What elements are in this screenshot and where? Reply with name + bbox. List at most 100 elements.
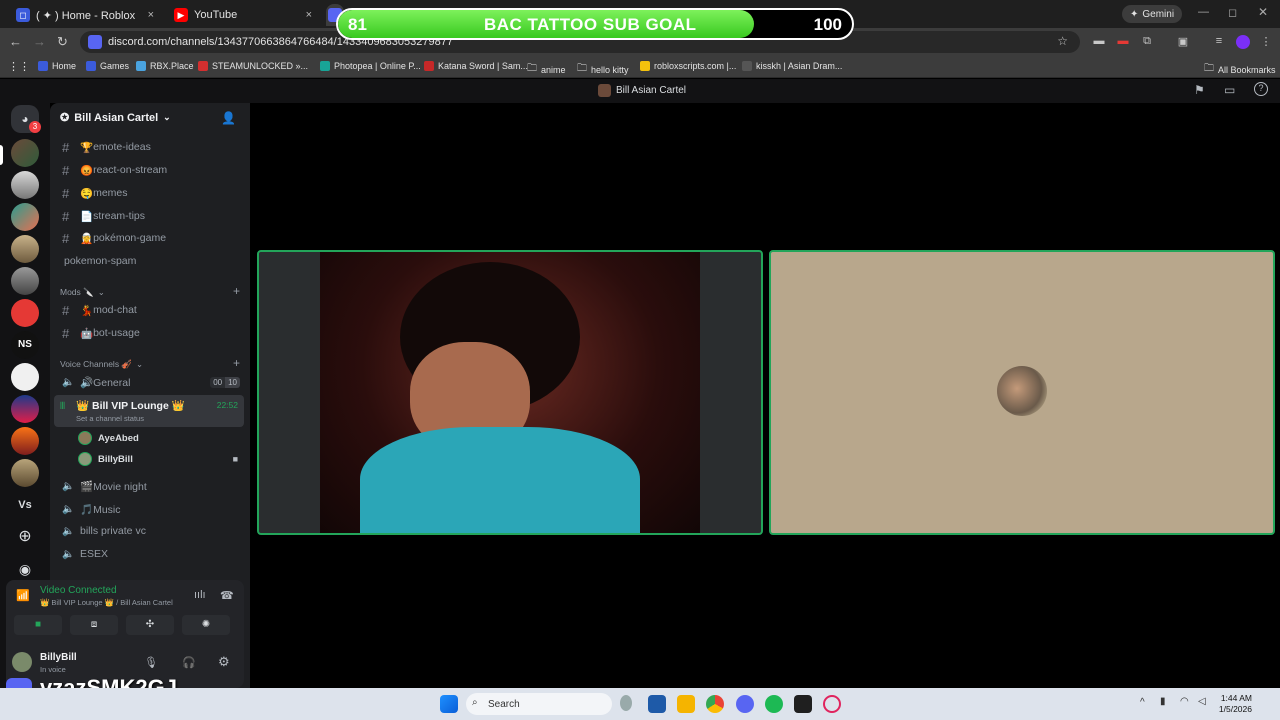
star-icon[interactable]: ☆ [1057,34,1068,48]
close-icon[interactable]: × [148,9,154,21]
flag-icon[interactable]: ⚑ [1194,83,1205,97]
server-bill-asian-cartel[interactable] [11,139,39,167]
opera-icon[interactable] [823,695,841,713]
channel-stream-tips[interactable]: # 📄 stream-tips [56,206,244,226]
tab-youtube[interactable]: ▶ YouTube × [166,4,320,26]
taskbar-search[interactable]: ⌕ Search [466,693,612,715]
server-ns[interactable]: NS [11,331,39,359]
profile-avatar-icon[interactable] [1236,35,1250,49]
inbox-icon[interactable]: ▭ [1224,83,1235,97]
channel-pokemon-spam[interactable]: pokemon-spam [56,251,244,271]
chevron-up-icon[interactable]: ^ [1140,697,1145,708]
minimize-icon[interactable]: — [1198,6,1209,18]
windows-start-icon[interactable] [440,695,458,713]
file-explorer-icon[interactable] [677,695,695,713]
store-icon[interactable] [648,695,666,713]
add-server-icon[interactable]: ⊕ [11,523,39,551]
server-icon[interactable] [11,363,39,391]
channel-memes[interactable]: # 🤤 memes [56,183,244,203]
spotify-icon[interactable] [765,695,783,713]
voice-user-billybill[interactable]: BillyBill ■ [78,452,238,466]
puzzle-icon[interactable]: ⧉ [1140,35,1154,49]
among-us-server-icon[interactable] [11,299,39,327]
extension-icon[interactable]: ▬ [1092,35,1106,49]
server-icon[interactable] [11,267,39,295]
volume-icon[interactable]: ◁ [1198,696,1206,707]
activities-button[interactable]: ✣ [126,615,174,635]
forward-icon[interactable]: → [33,34,46,49]
app-icon[interactable] [794,695,812,713]
channel-status[interactable]: Set a channel status [76,414,144,423]
bookmark-katana[interactable]: Katana Sword | Sam... [424,61,528,71]
headphones-icon[interactable]: 🎧 [182,656,196,669]
add-channel-icon[interactable]: + [233,356,240,370]
bookmark-robloxscripts[interactable]: robloxscripts.com |... [640,61,736,71]
server-header[interactable]: ✪ Bill Asian Cartel ⌄ [60,111,171,125]
discord-taskbar-icon[interactable] [736,695,754,713]
server-icon[interactable] [11,395,39,423]
help-icon[interactable]: ? [1254,82,1268,96]
invite-people-icon[interactable]: 👤 [221,111,236,125]
media-icon[interactable]: ▣ [1176,35,1190,49]
disconnect-icon[interactable]: ☎ [220,589,234,602]
voice-channel-music[interactable]: 🔈 🎵Music [56,499,244,519]
share-screen-button[interactable]: ⧈ [70,615,118,635]
soundboard-button[interactable]: ✺ [182,615,230,635]
camera-button[interactable]: ■ [14,615,62,635]
bookmark-home[interactable]: Home [38,61,76,71]
system-clock[interactable]: 1:44 AM 1/5/2026 [1219,693,1252,715]
voice-channel-bill-vip-lounge[interactable]: 𝍫 👑 Bill VIP Lounge 👑 22:52 Set a channe… [54,395,244,427]
server-icon[interactable] [11,427,39,455]
server-icon[interactable] [11,171,39,199]
current-user-name[interactable]: BillyBill [40,652,77,663]
menu-icon[interactable]: ⋮ [1259,35,1273,49]
video-tile-main[interactable] [257,250,763,535]
add-channel-icon[interactable]: + [233,284,240,298]
category-mods[interactable]: Mods 🔪 ⌄ [60,287,105,298]
video-tile-secondary[interactable] [769,250,1275,535]
server-icon[interactable] [11,235,39,263]
voice-channel-bills-private-vc[interactable]: 🔈 bills private vc [56,521,244,541]
microphone-icon[interactable]: 🎙 [144,656,158,669]
channel-react-on-stream[interactable]: # 😡 react-on-stream [56,160,244,180]
bookmark-steamunlocked[interactable]: STEAMUNLOCKED »... [198,61,308,71]
close-icon[interactable]: × [306,9,312,21]
server-icon[interactable] [11,203,39,231]
voice-channel-movie-night[interactable]: 🔈 🎬Movie night [56,476,244,496]
connection-status[interactable]: Video Connected [40,585,117,596]
close-window-icon[interactable]: ✕ [1258,5,1268,19]
reload-icon[interactable]: ↻ [57,34,68,50]
bookmark-rbx[interactable]: RBX.Place [136,61,194,71]
site-info-icon[interactable] [88,35,102,49]
bookmark-hello-kitty[interactable]: 🗀 hello kitty [577,61,629,78]
voice-user-ayeabed[interactable]: AyeAbed [78,431,139,445]
back-icon[interactable]: ← [9,34,22,49]
connection-location[interactable]: 👑 Bill VIP Lounge 👑 / Bill Asian Cartel [40,598,173,607]
bookmark-photopea[interactable]: Photopea | Online P... [320,61,421,71]
bookmark-games[interactable]: Games [86,61,129,71]
bookmark-kisskh[interactable]: kisskh | Asian Dram... [742,61,842,71]
tab-search-icon[interactable]: ≡ [1212,35,1226,49]
discover-icon[interactable]: ◉ [11,555,39,583]
channel-mod-chat[interactable]: # 💃 mod-chat [56,300,244,320]
noise-suppression-icon[interactable]: ıılı [194,589,206,601]
channel-bot-usage[interactable]: # 🤖 bot-usage [56,323,244,343]
wifi-icon[interactable]: ◠ [1180,696,1189,707]
server-vs[interactable]: Vs [11,491,39,519]
all-bookmarks[interactable]: 🗀 All Bookmarks [1204,61,1276,78]
tab-roblox[interactable]: ◻ ( ✦ ) Home - Roblox × [8,4,162,26]
maximize-icon[interactable]: ◻ [1228,6,1237,19]
channel-emote-ideas[interactable]: # 🏆 emote-ideas [56,137,244,157]
tray-icon[interactable]: ▮ [1160,696,1166,707]
category-voice-channels[interactable]: Voice Channels 🎻 ⌄ [60,359,143,370]
voice-channel-general[interactable]: 🔈 🔊General 00 10 [56,372,244,392]
task-view-icon[interactable] [620,695,632,711]
apps-icon[interactable]: ⋮⋮ [8,60,30,73]
bookmark-anime[interactable]: 🗀 anime [527,61,566,78]
record-icon[interactable]: ▬ [1116,35,1130,49]
channel-pokemon-game[interactable]: # 🧝 pokémon-game [56,228,244,248]
voice-channel-esex[interactable]: 🔈 ESEX [56,544,244,564]
gear-icon[interactable]: ⚙ [218,654,230,670]
chrome-icon[interactable] [706,695,724,713]
gemini-button[interactable]: ✦ Gemini [1122,5,1183,23]
